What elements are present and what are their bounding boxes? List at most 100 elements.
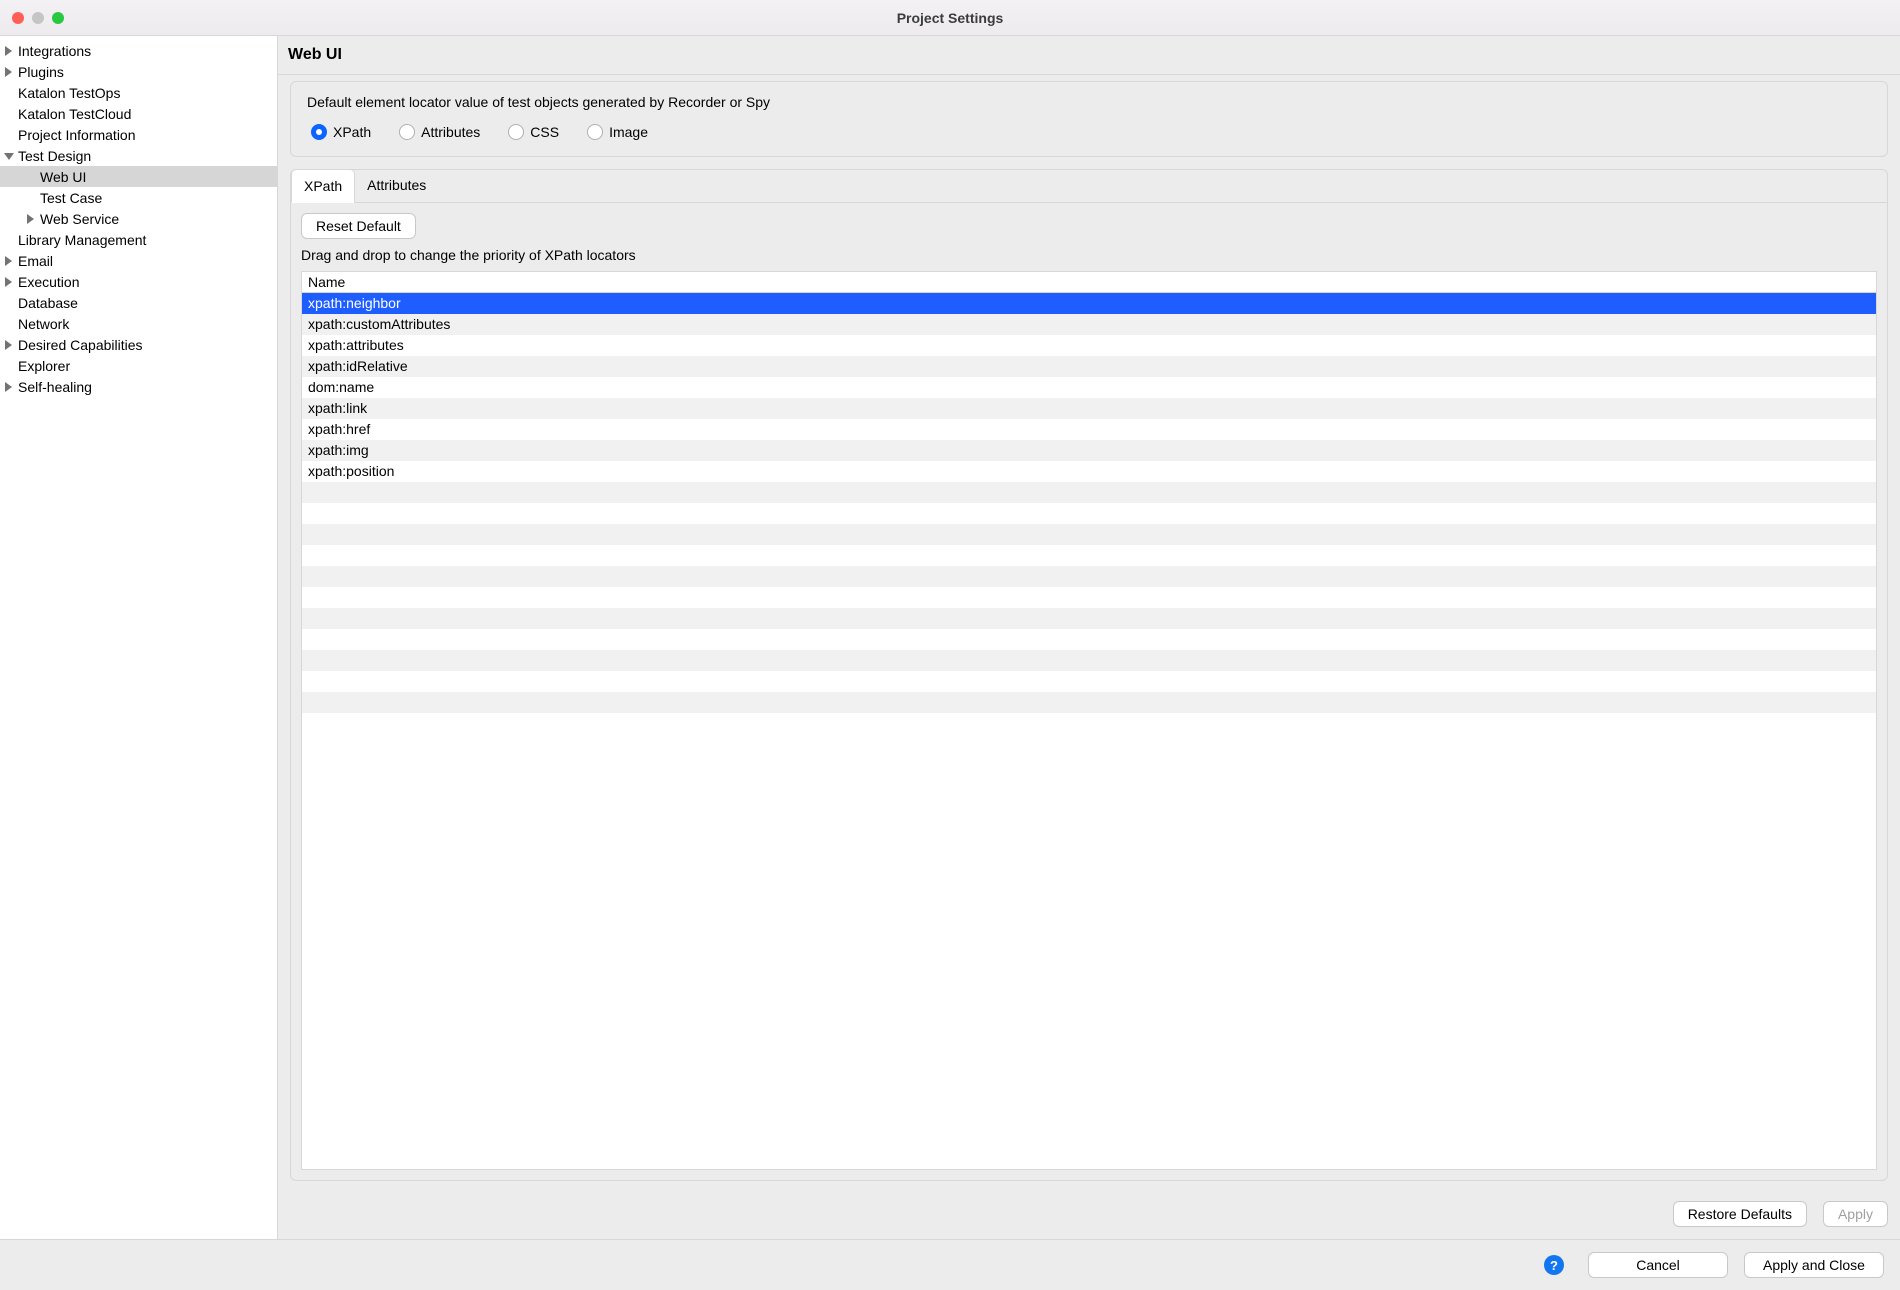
- locator-radio-option[interactable]: Attributes: [399, 124, 480, 140]
- sidebar-item[interactable]: Desired Capabilities: [0, 334, 277, 355]
- table-row[interactable]: xpath:href: [302, 419, 1876, 440]
- sidebar-item[interactable]: Plugins: [0, 61, 277, 82]
- sidebar: Integrations Plugins Katalon TestOps Katalo…: [0, 36, 278, 1239]
- table-row[interactable]: [302, 671, 1876, 692]
- locator-radio-option[interactable]: Image: [587, 124, 648, 140]
- titlebar: Project Settings: [0, 0, 1900, 36]
- table-row[interactable]: [302, 503, 1876, 524]
- table-row[interactable]: xpath:position: [302, 461, 1876, 482]
- table-row[interactable]: [302, 566, 1876, 587]
- tab[interactable]: Attributes: [355, 169, 438, 203]
- sidebar-item[interactable]: Library Management: [0, 229, 277, 250]
- radio-label: Attributes: [421, 124, 480, 140]
- table-row[interactable]: [302, 524, 1876, 545]
- table-row[interactable]: xpath:idRelative: [302, 356, 1876, 377]
- locator-radio-option[interactable]: CSS: [508, 124, 559, 140]
- radio-icon[interactable]: [399, 124, 415, 140]
- maximize-icon[interactable]: [52, 12, 64, 24]
- table-row[interactable]: [302, 692, 1876, 713]
- sidebar-item[interactable]: Integrations: [0, 40, 277, 61]
- table-row[interactable]: [302, 545, 1876, 566]
- window-controls: [0, 12, 64, 24]
- sidebar-item[interactable]: Execution: [0, 271, 277, 292]
- tab[interactable]: XPath: [291, 169, 355, 203]
- tab-row: XPathAttributes: [291, 169, 1887, 203]
- disclosure-right-icon[interactable]: [4, 46, 14, 56]
- sidebar-item-label: Self-healing: [18, 379, 92, 395]
- reset-default-button[interactable]: Reset Default: [301, 213, 416, 239]
- sidebar-item[interactable]: Katalon TestOps: [0, 82, 277, 103]
- content-footer: Restore Defaults Apply: [278, 1193, 1900, 1239]
- restore-defaults-button[interactable]: Restore Defaults: [1673, 1201, 1807, 1227]
- sidebar-item[interactable]: Test Case: [0, 187, 277, 208]
- content-body: Default element locator value of test ob…: [278, 75, 1900, 1193]
- sidebar-item-label: Web Service: [40, 211, 119, 227]
- sidebar-item-label: Katalon TestCloud: [18, 106, 131, 122]
- table-column-header[interactable]: Name: [302, 272, 1876, 293]
- sidebar-item[interactable]: Test Design: [0, 145, 277, 166]
- disclosure-right-icon[interactable]: [4, 256, 14, 266]
- default-locator-group: Default element locator value of test ob…: [290, 81, 1888, 157]
- radio-label: Image: [609, 124, 648, 140]
- locator-radio-option[interactable]: XPath: [311, 124, 371, 140]
- xpath-priority-hint: Drag and drop to change the priority of …: [301, 247, 1877, 263]
- sidebar-item[interactable]: Email: [0, 250, 277, 271]
- sidebar-item[interactable]: Web UI: [0, 166, 277, 187]
- page-title: Web UI: [278, 36, 1900, 75]
- sidebar-item[interactable]: Project Information: [0, 124, 277, 145]
- sidebar-item[interactable]: Database: [0, 292, 277, 313]
- disclosure-down-icon[interactable]: [4, 151, 14, 161]
- table-row[interactable]: [302, 587, 1876, 608]
- sidebar-item-label: Network: [18, 316, 69, 332]
- apply-button[interactable]: Apply: [1823, 1201, 1888, 1227]
- radio-icon[interactable]: [587, 124, 603, 140]
- cancel-button[interactable]: Cancel: [1588, 1252, 1728, 1278]
- table-row[interactable]: xpath:customAttributes: [302, 314, 1876, 335]
- disclosure-right-icon[interactable]: [4, 382, 14, 392]
- disclosure-right-icon[interactable]: [4, 67, 14, 77]
- sidebar-item-label: Test Case: [40, 190, 102, 206]
- radio-label: CSS: [530, 124, 559, 140]
- sidebar-item-label: Plugins: [18, 64, 64, 80]
- sidebar-item[interactable]: Network: [0, 313, 277, 334]
- locator-tab-panel: XPathAttributes Reset Default Drag and d…: [290, 169, 1888, 1181]
- sidebar-item-label: Email: [18, 253, 53, 269]
- table-row[interactable]: xpath:link: [302, 398, 1876, 419]
- sidebar-item-label: Library Management: [18, 232, 146, 248]
- table-row[interactable]: [302, 650, 1876, 671]
- sidebar-item-label: Test Design: [18, 148, 91, 164]
- sidebar-item-label: Explorer: [18, 358, 70, 374]
- xpath-locator-table[interactable]: Name xpath:neighborxpath:customAttribute…: [301, 271, 1877, 1170]
- sidebar-item[interactable]: Katalon TestCloud: [0, 103, 277, 124]
- help-icon[interactable]: ?: [1544, 1255, 1564, 1275]
- close-icon[interactable]: [12, 12, 24, 24]
- table-row[interactable]: dom:name: [302, 377, 1876, 398]
- sidebar-item-label: Integrations: [18, 43, 91, 59]
- apply-and-close-button[interactable]: Apply and Close: [1744, 1252, 1884, 1278]
- table-row[interactable]: xpath:neighbor: [302, 293, 1876, 314]
- disclosure-right-icon[interactable]: [4, 340, 14, 350]
- default-locator-description: Default element locator value of test ob…: [307, 94, 1871, 110]
- disclosure-right-icon[interactable]: [26, 214, 36, 224]
- sidebar-item[interactable]: Web Service: [0, 208, 277, 229]
- sidebar-item-label: Execution: [18, 274, 79, 290]
- window-title: Project Settings: [0, 10, 1900, 26]
- table-row[interactable]: [302, 713, 1876, 734]
- table-row[interactable]: xpath:img: [302, 440, 1876, 461]
- tab-content-xpath: Reset Default Drag and drop to change th…: [291, 202, 1887, 1180]
- body: Integrations Plugins Katalon TestOps Katalo…: [0, 36, 1900, 1240]
- table-row[interactable]: [302, 629, 1876, 650]
- table-row[interactable]: [302, 482, 1876, 503]
- minimize-icon[interactable]: [32, 12, 44, 24]
- table-row[interactable]: [302, 608, 1876, 629]
- dialog-button-bar: ? Cancel Apply and Close: [0, 1240, 1900, 1290]
- sidebar-item[interactable]: Self-healing: [0, 376, 277, 397]
- sidebar-item[interactable]: Explorer: [0, 355, 277, 376]
- radio-icon[interactable]: [508, 124, 524, 140]
- disclosure-right-icon[interactable]: [4, 277, 14, 287]
- content: Web UI Default element locator value of …: [278, 36, 1900, 1239]
- sidebar-item-label: Database: [18, 295, 78, 311]
- sidebar-item-label: Desired Capabilities: [18, 337, 143, 353]
- radio-icon[interactable]: [311, 124, 327, 140]
- table-row[interactable]: xpath:attributes: [302, 335, 1876, 356]
